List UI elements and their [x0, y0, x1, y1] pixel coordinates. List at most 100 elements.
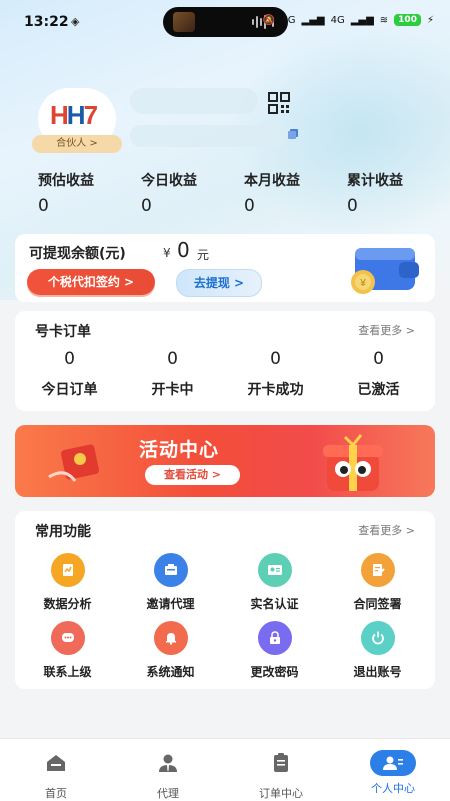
agent-icon [159, 754, 177, 772]
stat-value: 0 [373, 349, 384, 369]
status-bar: 13:22 ◈ 🔕 4G ▂▄▆ 4G ▂▄▆ ≋ 100 ⚡ [0, 0, 450, 44]
feature-contract[interactable]: 合同签署 [325, 553, 430, 612]
feature-real-name[interactable]: 实名认证 [222, 553, 327, 612]
earning-value: 0 [244, 196, 255, 216]
stat-label: 今日订单 [41, 382, 98, 398]
nav-label: 首页 [45, 787, 67, 800]
balance-card: 可提现余额(元) ¥ 0 元 个税代扣签约 > 去提现 > ¥ [15, 234, 435, 302]
earning-month: 本月收益 0 [244, 170, 300, 216]
home-icon [47, 755, 65, 771]
stat-label: 开卡中 [151, 382, 194, 398]
stat-value: 0 [64, 349, 75, 369]
feature-data-analysis[interactable]: 数据分析 [15, 553, 120, 612]
banner-title: 活动中心 [139, 439, 220, 461]
stat-today-orders[interactable]: 0 今日订单 [17, 349, 122, 399]
withdraw-button[interactable]: 去提现 > [176, 269, 262, 297]
feature-logout[interactable]: 退出账号 [325, 621, 430, 680]
balance-unit: 元 [197, 248, 210, 262]
activity-banner[interactable]: 活动中心 查看活动 > [15, 425, 435, 497]
user-id-blurred [130, 125, 290, 147]
brand-logo: HH7 [50, 100, 98, 130]
balance-value: 0 [177, 238, 190, 262]
features-see-more-link[interactable]: 查看更多 > [358, 522, 415, 538]
real-name-icon [257, 553, 292, 587]
invite-agent-icon [153, 553, 188, 587]
stat-label: 已激活 [357, 382, 400, 398]
tax-sign-button[interactable]: 个税代扣签约 > [27, 269, 155, 295]
nav-agent[interactable]: 代理 [112, 739, 224, 801]
data-analysis-icon [50, 553, 85, 587]
wifi-icon: ≋ [379, 14, 389, 26]
feature-change-password[interactable]: 更改密码 [222, 621, 327, 680]
gift-box-mascot-icon [323, 434, 383, 491]
stat-value: 0 [167, 349, 178, 369]
mute-icon: 🔕 [262, 14, 276, 26]
feature-label: 退出账号 [353, 665, 402, 679]
battery-indicator: 100 [394, 14, 421, 26]
nav-profile[interactable]: 个人中心 [337, 739, 449, 801]
bottom-nav: 首页 代理 订单中心 个人中心 [0, 738, 450, 801]
earning-label: 今日收益 [141, 173, 197, 189]
profile-icon [370, 750, 416, 776]
earning-label: 预估收益 [38, 173, 94, 189]
lock-icon [257, 621, 292, 655]
earning-label: 累计收益 [347, 173, 403, 189]
username-blurred [130, 88, 258, 114]
feature-invite-agent[interactable]: 邀请代理 [118, 553, 223, 612]
svg-text:¥: ¥ [359, 278, 366, 289]
copy-icon[interactable] [287, 128, 299, 140]
signal-icon: ▂▄▆ [301, 14, 325, 26]
feature-label: 系统通知 [146, 665, 195, 679]
nav-label: 个人中心 [371, 782, 415, 795]
feature-label: 实名认证 [250, 597, 299, 611]
chat-icon [50, 621, 85, 655]
earning-label: 本月收益 [244, 173, 300, 189]
stat-opening[interactable]: 0 开卡中 [120, 349, 225, 399]
view-activity-button[interactable]: 查看活动 > [145, 465, 240, 485]
feature-label: 数据分析 [43, 597, 92, 611]
feature-system-notice[interactable]: 系统通知 [118, 621, 223, 680]
feature-label: 合同签署 [353, 597, 402, 611]
nav-label: 订单中心 [259, 787, 303, 800]
feature-label: 更改密码 [250, 665, 299, 679]
media-thumbnail [173, 12, 195, 32]
nav-label: 代理 [157, 787, 179, 800]
network-a: 4G [281, 14, 296, 26]
feature-label: 联系上级 [43, 665, 92, 679]
features-title: 常用功能 [35, 524, 91, 540]
contract-icon [360, 553, 395, 587]
earning-value: 0 [38, 196, 49, 216]
power-icon [360, 621, 395, 655]
qr-code-icon[interactable] [268, 92, 290, 114]
nav-order-center[interactable]: 订单中心 [225, 739, 337, 801]
partner-badge[interactable]: 合伙人 > [32, 135, 122, 153]
earning-total: 累计收益 0 [347, 170, 403, 216]
status-time: 13:22 [24, 14, 69, 30]
network-b: 4G [330, 14, 345, 26]
feature-label: 邀请代理 [146, 597, 195, 611]
earning-value: 0 [347, 196, 358, 216]
currency-symbol: ¥ [163, 246, 171, 260]
stat-label: 开卡成功 [247, 382, 304, 398]
red-envelope-icon [48, 444, 100, 482]
wallet-icon: ¥ [351, 248, 419, 294]
earning-today: 今日收益 0 [141, 170, 197, 216]
order-center-icon [274, 753, 288, 772]
orders-card: 号卡订单 查看更多 > 0 今日订单 0 开卡中 0 开卡成功 0 已激活 [15, 311, 435, 411]
charging-icon: ⚡ [426, 14, 434, 26]
signal-icon-2: ▂▄▆ [350, 14, 374, 26]
bell-icon [153, 621, 188, 655]
status-icons: 🔕 4G ▂▄▆ 4G ▂▄▆ ≋ 100 ⚡ [263, 14, 434, 26]
earning-estimated: 预估收益 0 [38, 170, 94, 216]
balance-label: 可提现余额(元) [29, 246, 126, 262]
orders-see-more-link[interactable]: 查看更多 > [358, 322, 415, 338]
nav-home[interactable]: 首页 [0, 739, 112, 801]
stat-value: 0 [270, 349, 281, 369]
orders-title: 号卡订单 [35, 324, 91, 340]
earnings-summary: 预估收益 0 今日收益 0 本月收益 0 累计收益 0 [0, 170, 450, 220]
feature-contact-superior[interactable]: 联系上级 [15, 621, 120, 680]
stat-activated[interactable]: 0 已激活 [326, 349, 431, 399]
stat-opened-success[interactable]: 0 开卡成功 [223, 349, 328, 399]
nfc-icon: ◈ [71, 15, 80, 28]
earning-value: 0 [141, 196, 152, 216]
